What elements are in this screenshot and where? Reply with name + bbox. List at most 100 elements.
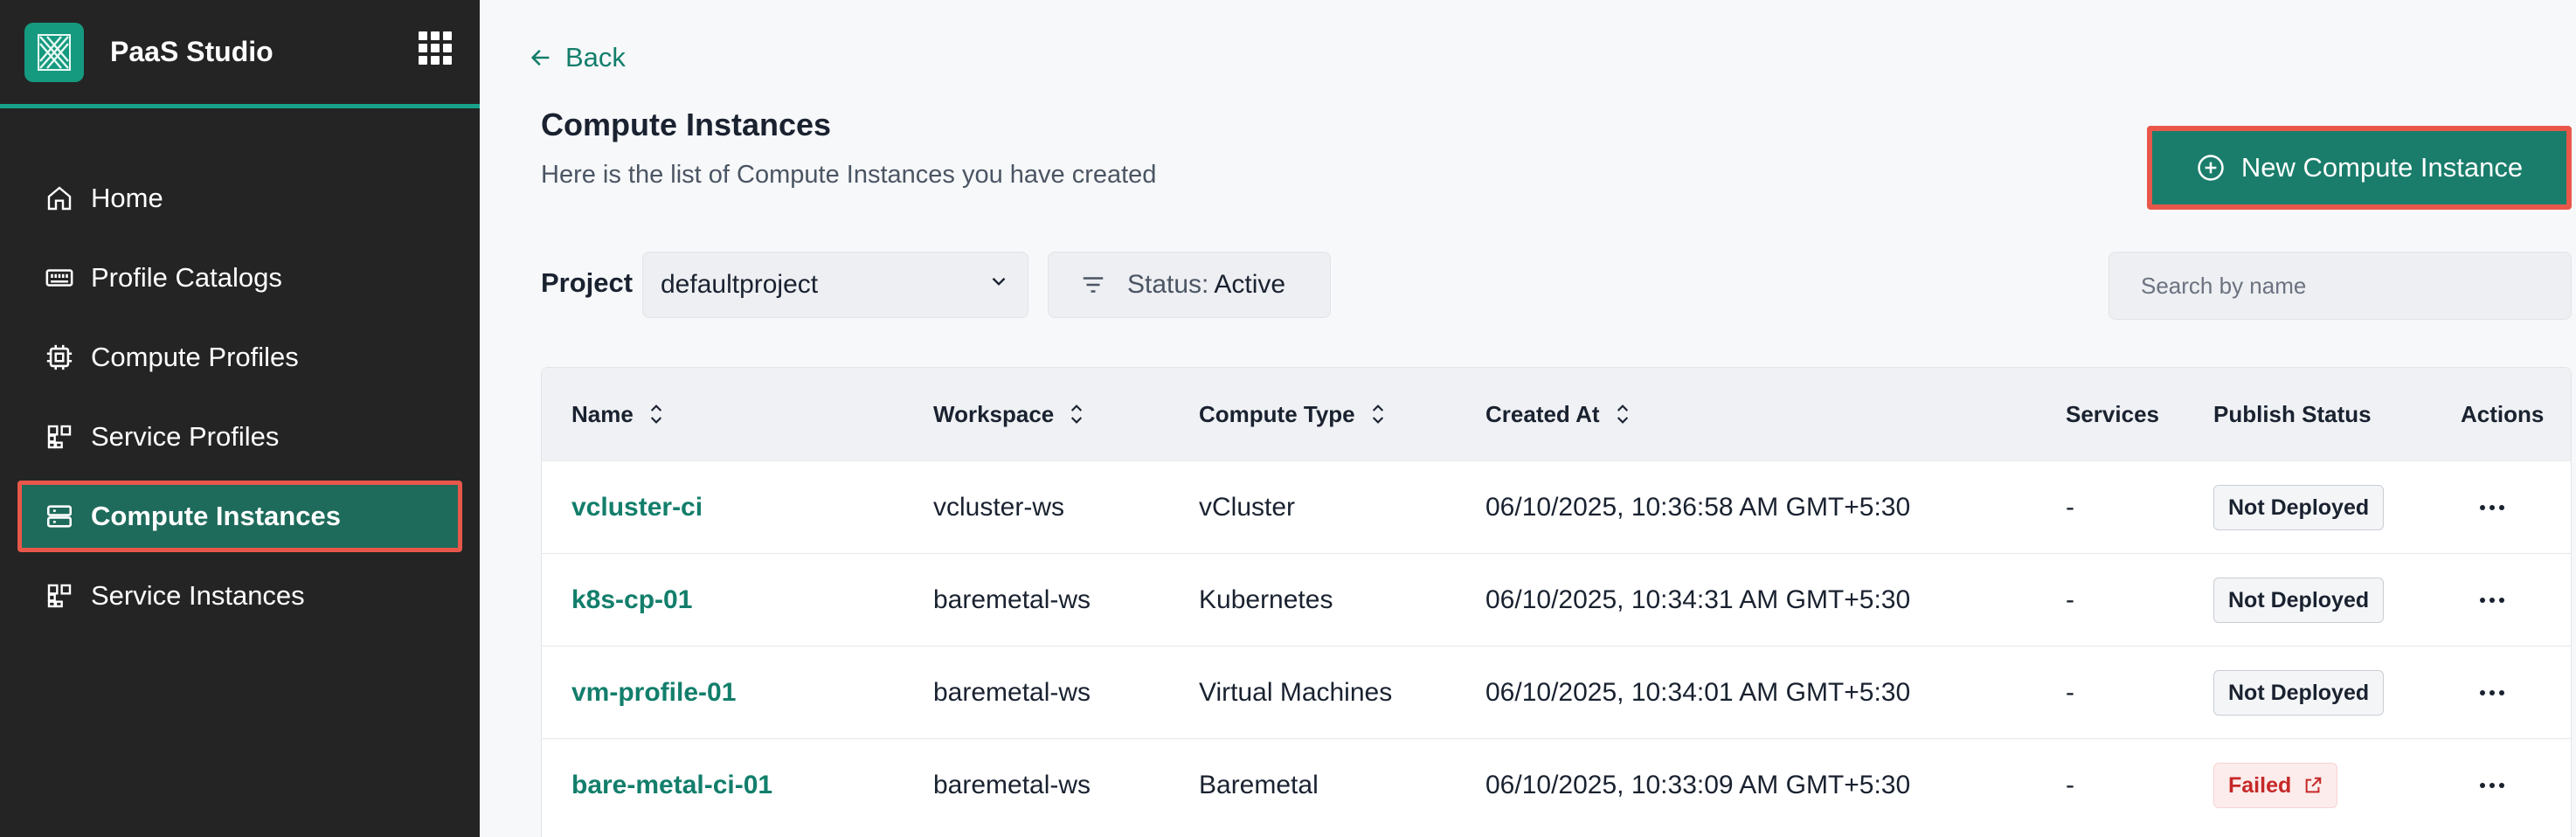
column-header-actions: Actions xyxy=(2461,401,2544,428)
sidebar-item-home[interactable]: Home xyxy=(17,163,462,234)
plus-circle-icon xyxy=(2196,153,2226,183)
home-icon xyxy=(44,183,75,214)
status-badge: Not Deployed xyxy=(2213,670,2385,716)
project-select[interactable]: defaultproject xyxy=(642,252,1028,318)
services-cell: - xyxy=(2066,678,2074,707)
sort-icon[interactable] xyxy=(649,404,663,425)
back-link[interactable]: Back xyxy=(529,42,626,73)
main-content: Back Compute Instances Here is the list … xyxy=(480,0,2576,837)
app-logo xyxy=(24,22,84,82)
more-horizontal-icon xyxy=(2480,783,2504,788)
compute-type-cell: Kubernetes xyxy=(1199,585,1333,614)
status-badge-failed[interactable]: Failed xyxy=(2213,763,2338,808)
column-header-publish-status: Publish Status xyxy=(2213,401,2372,428)
new-compute-instance-button[interactable]: New Compute Instance xyxy=(2147,126,2572,210)
sidebar-item-label: Service Profiles xyxy=(91,421,280,452)
column-label: Actions xyxy=(2461,400,2545,427)
search-input[interactable] xyxy=(2109,252,2572,320)
table-row: k8s-cp-01 baremetal-ws Kubernetes 06/10/… xyxy=(542,553,2571,646)
page-subtitle: Here is the list of Compute Instances yo… xyxy=(541,161,1157,189)
services-cell: - xyxy=(2066,771,2074,799)
external-link-icon xyxy=(2303,776,2323,795)
column-header-compute-type[interactable]: Compute Type xyxy=(1199,401,1385,428)
chip-icon xyxy=(44,342,75,373)
created-at-cell: 06/10/2025, 10:36:58 AM GMT+5:30 xyxy=(1485,493,1911,522)
filter-icon xyxy=(1080,272,1106,298)
created-at-cell: 06/10/2025, 10:33:09 AM GMT+5:30 xyxy=(1485,771,1911,799)
sidebar-item-service-instances[interactable]: Service Instances xyxy=(17,560,462,632)
workspace-cell: baremetal-ws xyxy=(933,678,1091,707)
sort-icon[interactable] xyxy=(1070,404,1084,425)
chevron-down-icon xyxy=(987,270,1010,300)
status-badge: Not Deployed xyxy=(2213,578,2385,623)
instance-name-link[interactable]: bare-metal-ci-01 xyxy=(571,739,772,832)
arrow-left-icon xyxy=(529,45,553,70)
compute-type-cell: Virtual Machines xyxy=(1199,678,1393,707)
brand-header: PaaS Studio xyxy=(0,0,480,108)
row-actions-button[interactable] xyxy=(2480,647,2504,739)
row-actions-button[interactable] xyxy=(2480,461,2504,554)
more-horizontal-icon xyxy=(2480,505,2504,510)
created-at-cell: 06/10/2025, 10:34:31 AM GMT+5:30 xyxy=(1485,585,1911,614)
sort-icon[interactable] xyxy=(1371,404,1385,425)
column-label: Compute Type xyxy=(1199,400,1355,427)
status-badge: Not Deployed xyxy=(2213,485,2385,530)
column-header-services: Services xyxy=(2066,401,2159,428)
sidebar-item-compute-instances[interactable]: Compute Instances xyxy=(17,481,462,552)
sidebar-item-label: Service Instances xyxy=(91,580,305,611)
blocks-icon xyxy=(44,421,75,453)
services-cell: - xyxy=(2066,585,2074,614)
page-title: Compute Instances xyxy=(541,107,832,142)
publish-status-cell: Not Deployed xyxy=(2213,554,2385,647)
table-row: vm-profile-01 baremetal-ws Virtual Machi… xyxy=(542,646,2571,738)
status-filter-button[interactable]: Status: Active xyxy=(1048,252,1331,318)
column-header-workspace[interactable]: Workspace xyxy=(933,401,1084,428)
sidebar-nav: Home Profile Catalogs Compute Profiles S… xyxy=(0,163,480,632)
app-title: PaaS Studio xyxy=(110,36,274,67)
app-grid-icon[interactable] xyxy=(419,31,452,65)
instance-name-link[interactable]: k8s-cp-01 xyxy=(571,554,692,647)
workspace-cell: baremetal-ws xyxy=(933,585,1091,614)
table-row: vcluster-ci vcluster-ws vCluster 06/10/2… xyxy=(542,460,2571,553)
instance-name-link[interactable]: vcluster-ci xyxy=(571,461,703,554)
sidebar-item-service-profiles[interactable]: Service Profiles xyxy=(17,401,462,473)
sidebar-item-label: Profile Catalogs xyxy=(91,262,282,293)
column-header-created-at[interactable]: Created At xyxy=(1485,401,1630,428)
publish-status-cell: Not Deployed xyxy=(2213,461,2385,554)
row-actions-button[interactable] xyxy=(2480,739,2504,832)
project-value: defaultproject xyxy=(661,270,819,299)
column-label: Created At xyxy=(1485,400,1600,427)
back-label: Back xyxy=(565,42,626,73)
column-label: Services xyxy=(2066,400,2159,427)
sidebar: PaaS Studio Home Profile Catalogs Comput… xyxy=(0,0,480,837)
sort-icon[interactable] xyxy=(1616,404,1630,425)
more-horizontal-icon xyxy=(2480,690,2504,695)
sidebar-item-compute-profiles[interactable]: Compute Profiles xyxy=(17,322,462,393)
workspace-cell: vcluster-ws xyxy=(933,493,1065,522)
compute-instances-table: Name Workspace Compute Type Created At S… xyxy=(541,367,2572,837)
table-row: bare-metal-ci-01 baremetal-ws Baremetal … xyxy=(542,738,2571,831)
publish-status-cell: Not Deployed xyxy=(2213,647,2385,739)
compute-type-cell: vCluster xyxy=(1199,493,1296,522)
catalog-icon xyxy=(44,262,75,294)
status-value: Active xyxy=(1214,270,1286,299)
sidebar-item-label: Compute Profiles xyxy=(91,342,299,372)
publish-status-cell: Failed xyxy=(2213,739,2338,832)
table-header: Name Workspace Compute Type Created At S… xyxy=(542,368,2571,460)
blocks-icon xyxy=(44,580,75,612)
column-label: Publish Status xyxy=(2213,400,2372,427)
compute-type-cell: Baremetal xyxy=(1199,771,1319,799)
workspace-cell: baremetal-ws xyxy=(933,771,1091,799)
instance-name-link[interactable]: vm-profile-01 xyxy=(571,647,736,739)
status-badge-label: Failed xyxy=(2228,772,2292,798)
column-header-name[interactable]: Name xyxy=(571,401,663,428)
sidebar-item-profile-catalogs[interactable]: Profile Catalogs xyxy=(17,242,462,314)
row-actions-button[interactable] xyxy=(2480,554,2504,647)
status-prefix: Status: xyxy=(1127,270,1209,299)
column-label: Name xyxy=(571,400,634,427)
new-button-label: New Compute Instance xyxy=(2240,152,2524,183)
more-horizontal-icon xyxy=(2480,598,2504,603)
project-label: Project xyxy=(541,267,634,298)
sidebar-item-label: Home xyxy=(91,183,163,213)
sidebar-item-label: Compute Instances xyxy=(91,501,341,531)
